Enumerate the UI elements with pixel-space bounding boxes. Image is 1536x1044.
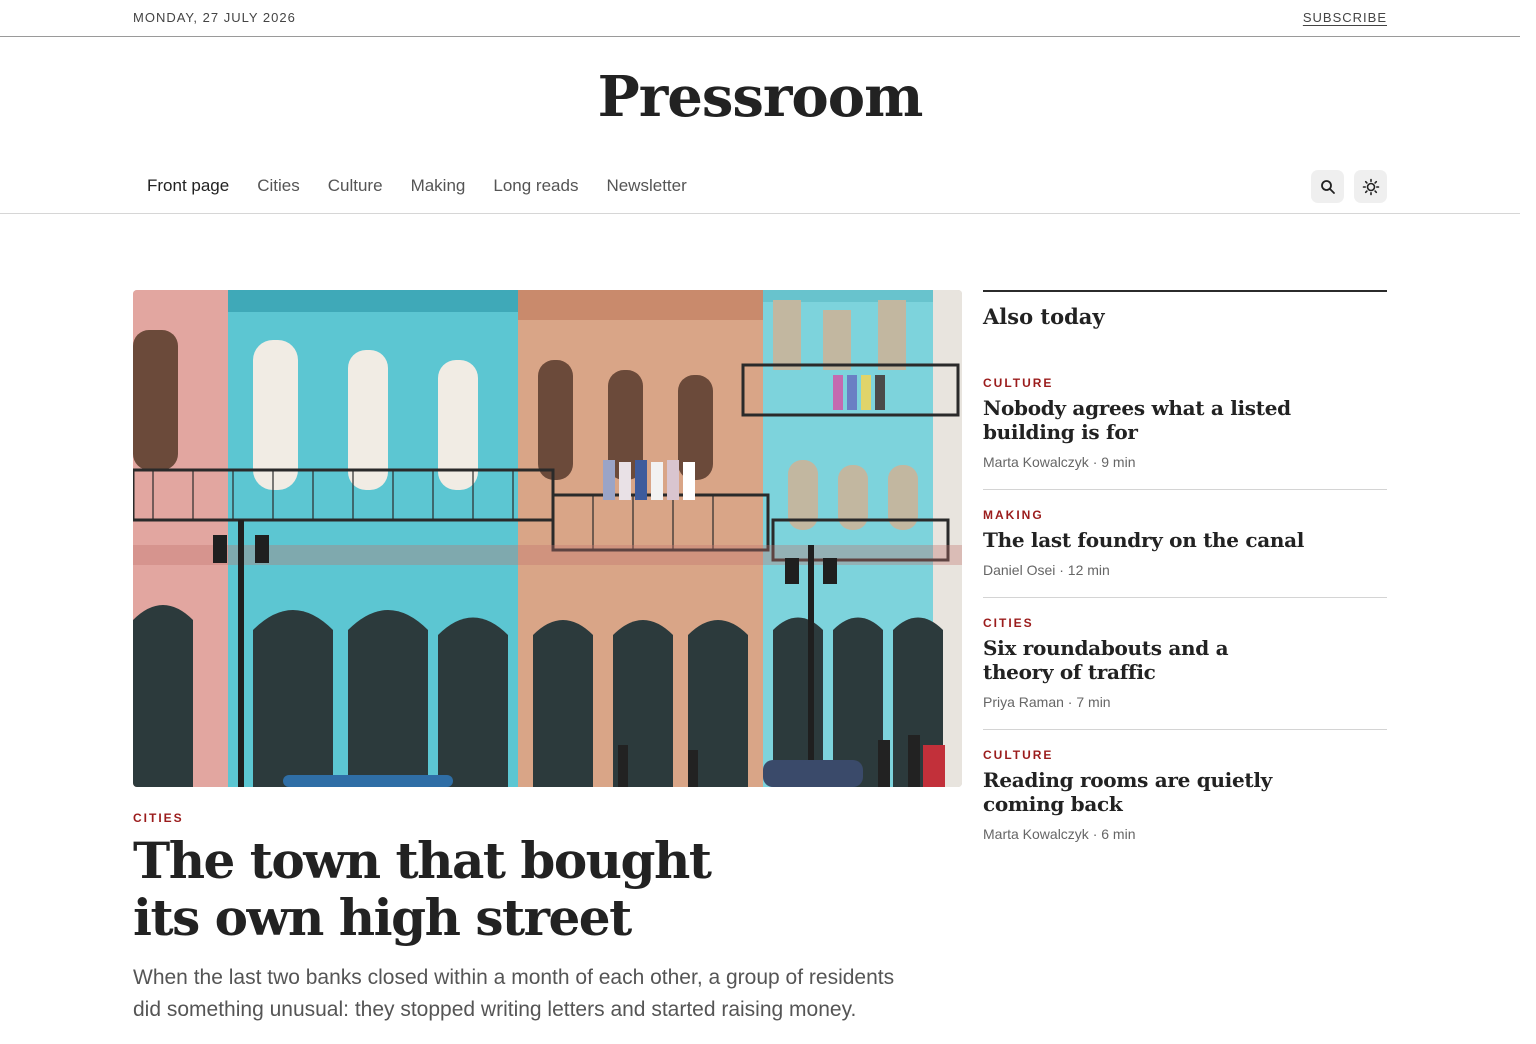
nav-item-cities[interactable]: Cities — [243, 176, 314, 196]
sidebar-divider — [983, 290, 1387, 292]
nav-item-culture[interactable]: Culture — [314, 176, 397, 196]
sidebar-story[interactable]: MAKING The last foundry on the canal Dan… — [983, 490, 1387, 598]
search-icon — [1320, 179, 1335, 194]
hero-image[interactable] — [133, 290, 962, 787]
nav-tools — [1311, 170, 1387, 203]
sidebar-story[interactable]: CITIES Six roundabouts and a theory of t… — [983, 598, 1387, 730]
also-today-sidebar: Also today CULTURE Nobody agrees what a … — [983, 290, 1387, 861]
hero-photo-colonial-buildings — [133, 290, 962, 787]
story-headline[interactable]: Nobody agrees what a listed building is … — [983, 396, 1303, 444]
sidebar-heading: Also today — [983, 304, 1105, 329]
story-headline[interactable]: The last foundry on the canal — [983, 528, 1387, 552]
story-headline[interactable]: Reading rooms are quietly coming back — [983, 768, 1303, 816]
sun-icon — [1362, 178, 1379, 195]
hero-kicker[interactable]: CITIES — [133, 811, 184, 825]
theme-toggle-button[interactable] — [1354, 170, 1387, 203]
search-button[interactable] — [1311, 170, 1344, 203]
story-byline: Priya Raman · 7 min — [983, 694, 1111, 710]
masthead-title[interactable]: Pressroom — [0, 64, 1520, 130]
sidebar-story[interactable]: CULTURE Reading rooms are quietly coming… — [983, 730, 1387, 861]
sidebar-story[interactable]: CULTURE Nobody agrees what a listed buil… — [983, 355, 1387, 490]
nav-item-front-page[interactable]: Front page — [133, 176, 243, 196]
story-kicker: CULTURE — [983, 748, 1054, 762]
nav-item-long-reads[interactable]: Long reads — [479, 176, 592, 196]
story-kicker: CULTURE — [983, 376, 1054, 390]
story-byline: Daniel Osei · 12 min — [983, 562, 1110, 578]
main-nav: Front page Cities Culture Making Long re… — [0, 160, 1520, 214]
nav-item-making[interactable]: Making — [397, 176, 480, 196]
story-headline[interactable]: Six roundabouts and a theory of traffic — [983, 636, 1303, 684]
subscribe-link[interactable]: SUBSCRIBE — [1303, 10, 1387, 25]
story-byline: Marta Kowalczyk · 6 min — [983, 826, 1136, 842]
top-bar: MONDAY, 27 JULY 2026 SUBSCRIBE — [0, 0, 1520, 37]
story-kicker: MAKING — [983, 508, 1044, 522]
hero-headline[interactable]: The town that bought its own high street — [133, 832, 753, 946]
nav-list: Front page Cities Culture Making Long re… — [133, 176, 701, 196]
dateline: MONDAY, 27 JULY 2026 — [133, 10, 296, 25]
hero-dek: When the last two banks closed within a … — [133, 966, 895, 1021]
nav-item-newsletter[interactable]: Newsletter — [592, 176, 700, 196]
story-kicker: CITIES — [983, 616, 1034, 630]
story-byline: Marta Kowalczyk · 9 min — [983, 454, 1136, 470]
